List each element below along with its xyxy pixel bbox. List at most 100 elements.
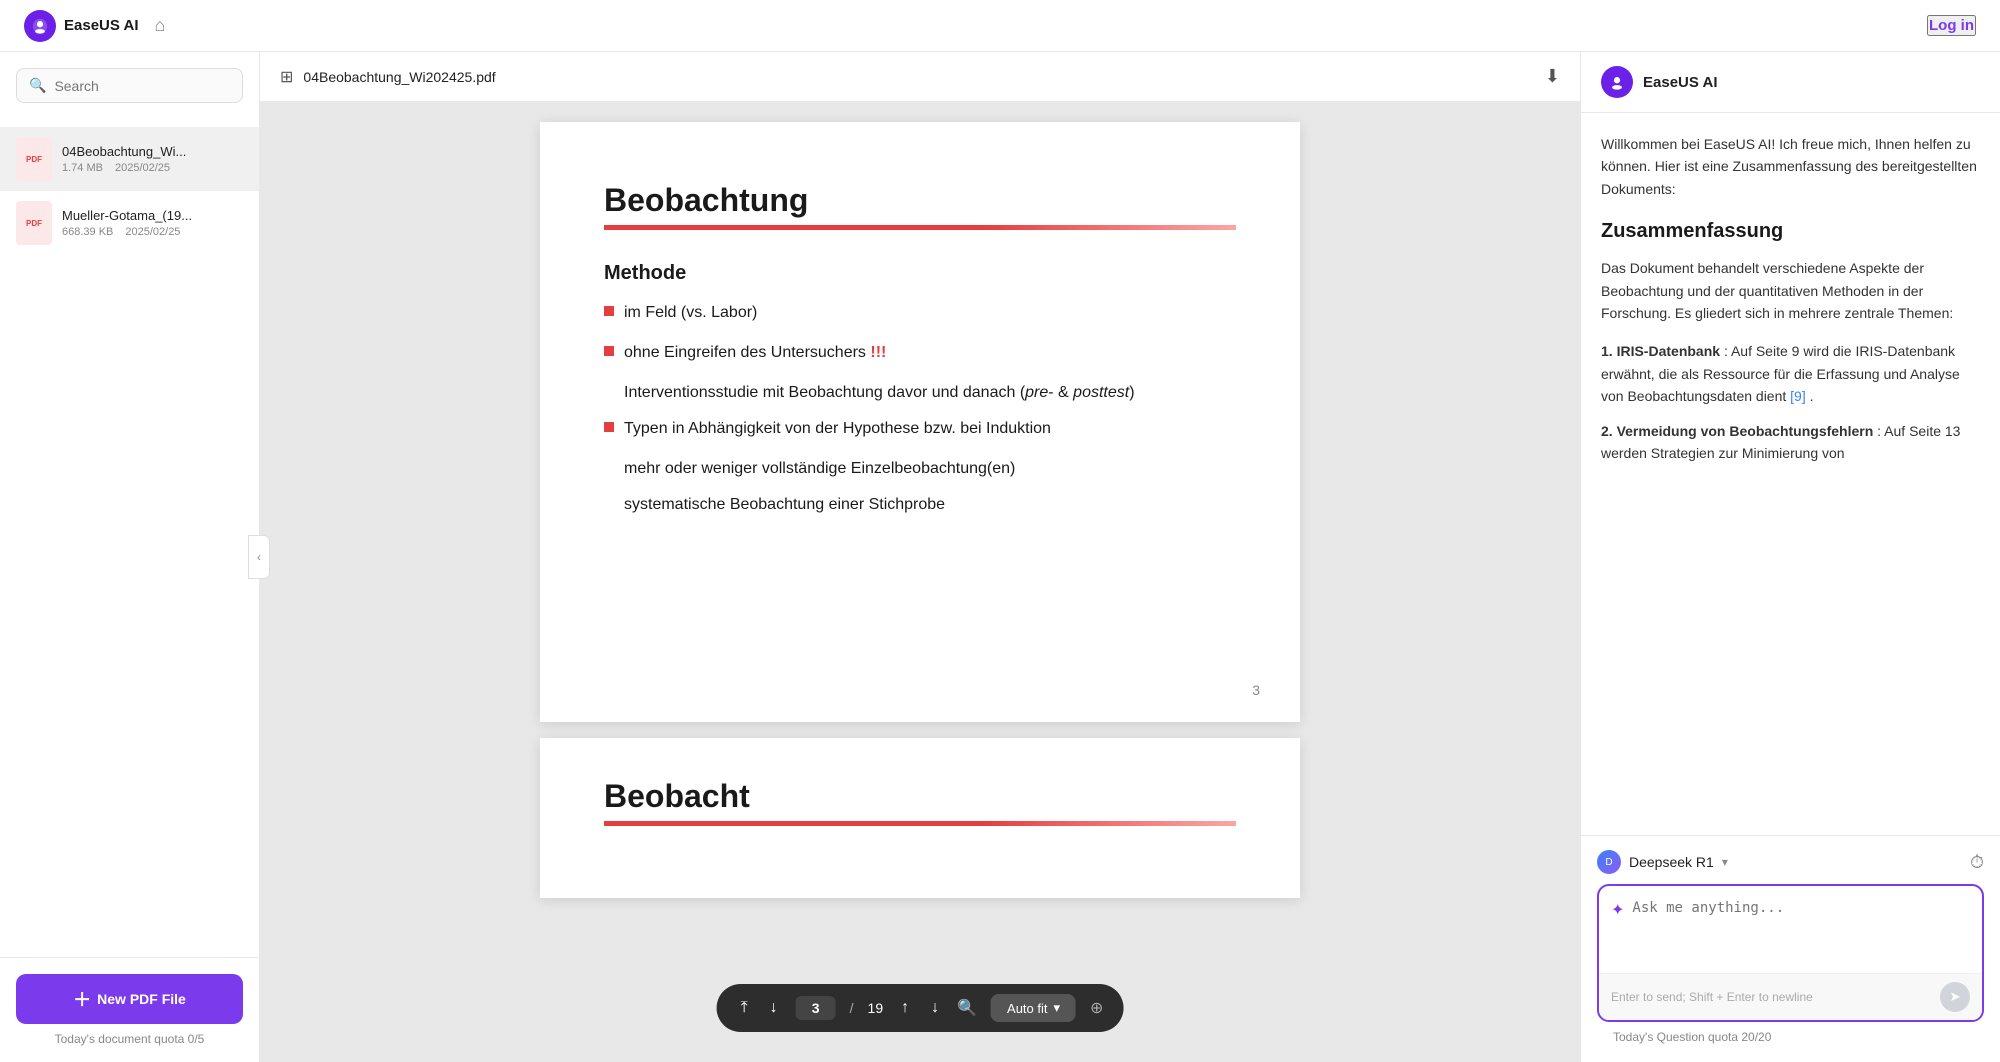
file-info: 04Beobachtung_Wi... 1.74 MB 2025/02/25 <box>62 144 243 174</box>
ai-input-bottom: Enter to send; Shift + Enter to newline … <box>1599 973 1982 1020</box>
ai-list-item: 2. Vermeidung von Beobachtungsfehlern : … <box>1601 420 1980 465</box>
chevron-down-icon: ▾ <box>1054 1000 1061 1016</box>
pdf-nav-bar: ⤒ ↓ / 19 ↑ ↓ 🔍 Auto fit ▾ ⊕ <box>717 984 1124 1032</box>
exclamation-marks: !!! <box>870 344 886 361</box>
app-logo-icon <box>24 10 56 42</box>
sidebar-top: 🔍 <box>0 52 259 119</box>
list-bold: IRIS-Datenbank <box>1617 343 1720 359</box>
ai-link[interactable]: [9] <box>1790 388 1806 404</box>
file-thumbnail: PDF <box>16 201 52 245</box>
bullet-text-1: im Feld (vs. Labor) <box>624 301 757 325</box>
file-thumbnail: PDF <box>16 137 52 181</box>
bullet-icon <box>604 346 614 356</box>
list-number: 2. <box>1601 423 1617 439</box>
auto-fit-label: Auto fit <box>1007 1001 1047 1016</box>
ai-panel: EaseUS AI Willkommen bei EaseUS AI! Ich … <box>1580 52 2000 1062</box>
list-number: 1. <box>1601 343 1617 359</box>
logo-area: EaseUS AI <box>24 10 138 42</box>
ai-panel-title: EaseUS AI <box>1643 74 1717 91</box>
ai-chat-input[interactable] <box>1632 898 1970 961</box>
login-button[interactable]: Log in <box>1927 15 1976 36</box>
pdf-grid-icon: ⊞ <box>280 67 293 87</box>
search-box[interactable]: 🔍 <box>16 68 243 103</box>
ai-summary-text: Das Dokument behandelt verschiedene Aspe… <box>1601 257 1980 324</box>
file-name: 04Beobachtung_Wi... <box>62 144 243 159</box>
file-meta: 668.39 KB 2025/02/25 <box>62 226 243 238</box>
prev-page-button[interactable]: ↓ <box>766 995 782 1021</box>
zoom-in-button[interactable]: ⊕ <box>1090 998 1103 1018</box>
ai-input-top: ✦ <box>1599 886 1982 973</box>
app-name: EaseUS AI <box>64 17 138 34</box>
file-item[interactable]: PDF 04Beobachtung_Wi... 1.74 MB 2025/02/… <box>0 127 259 191</box>
file-list: PDF 04Beobachtung_Wi... 1.74 MB 2025/02/… <box>0 119 259 957</box>
page-separator: / <box>850 1000 854 1016</box>
ai-footer: D Deepseek R1 ▾ ⏱ ✦ Enter to send; Shift… <box>1581 835 2000 1062</box>
new-pdf-label: New PDF File <box>97 991 186 1007</box>
pdf-red-line-2 <box>604 821 1236 826</box>
file-info: Mueller-Gotama_(19... 668.39 KB 2025/02/… <box>62 208 243 238</box>
sparkle-icon: ✦ <box>1611 900 1624 920</box>
list-after: . <box>1810 388 1814 404</box>
nav-left: EaseUS AI ⌂ <box>24 10 165 42</box>
pdf-page-2: Beobacht <box>540 738 1300 898</box>
bullet-text-2: ohne Eingreifen des Untersuchers !!! <box>624 341 886 365</box>
plus-icon: ＋ <box>73 986 91 1012</box>
pdf-download-icon[interactable]: ⬇ <box>1545 66 1560 87</box>
ai-content: Willkommen bei EaseUS AI! Ich freue mich… <box>1581 113 2000 835</box>
list-item: im Feld (vs. Labor) <box>604 301 1236 325</box>
ai-send-button[interactable]: ➤ <box>1940 982 1970 1012</box>
bullet-text-3: Typen in Abhängigkeit von der Hypothese … <box>624 417 1051 441</box>
ai-model-name: Deepseek R1 <box>1629 854 1714 870</box>
main-layout: 🔍 PDF 04Beobachtung_Wi... 1.74 MB 2025/0… <box>0 52 2000 1062</box>
pdf-content[interactable]: Beobachtung Methode im Feld (vs. Labor) … <box>260 102 1580 1062</box>
pdf-header: ⊞ 04Beobachtung_Wi202425.pdf ⬇ <box>260 52 1580 102</box>
pdf-filename: 04Beobachtung_Wi202425.pdf <box>303 69 495 85</box>
bullet-icon <box>604 422 614 432</box>
auto-fit-button[interactable]: Auto fit ▾ <box>991 994 1076 1022</box>
chevron-down-icon[interactable]: ▾ <box>1722 855 1728 869</box>
list-bold: Vermeidung von Beobachtungsfehlern <box>1617 423 1874 439</box>
list-item: Typen in Abhängigkeit von der Hypothese … <box>604 417 1236 441</box>
sub-text-1: Interventionsstudie mit Beobachtung davo… <box>624 381 1236 405</box>
page-number: 3 <box>1252 682 1260 698</box>
history-icon[interactable]: ⏱ <box>1970 852 1984 873</box>
pdf-page-title: Beobachtung <box>604 182 1236 219</box>
new-pdf-button[interactable]: ＋ New PDF File <box>16 974 243 1024</box>
document-quota: Today's document quota 0/5 <box>16 1032 243 1046</box>
file-size: 1.74 MB <box>62 162 103 174</box>
pdf-red-line <box>604 225 1236 230</box>
pdf-bullet-list-2: Typen in Abhängigkeit von der Hypothese … <box>604 417 1236 441</box>
italic-text: pre <box>1025 384 1048 401</box>
next-page-down-button[interactable]: ↓ <box>927 995 943 1021</box>
next-page-up-button[interactable]: ↑ <box>897 995 913 1021</box>
current-page-input[interactable] <box>796 996 836 1020</box>
ai-input-box: ✦ Enter to send; Shift + Enter to newlin… <box>1597 884 1984 1022</box>
search-icon: 🔍 <box>29 77 46 94</box>
send-icon: ➤ <box>1949 989 1960 1005</box>
total-pages: 19 <box>868 1000 884 1016</box>
zoom-out-button[interactable]: 🔍 <box>957 998 977 1018</box>
search-input[interactable] <box>54 78 230 94</box>
ai-list-item: 1. IRIS-Datenbank : Auf Seite 9 wird die… <box>1601 340 1980 407</box>
sidebar: 🔍 PDF 04Beobachtung_Wi... 1.74 MB 2025/0… <box>0 52 260 1062</box>
ai-question-quota: Today's Question quota 20/20 <box>1597 1022 1984 1048</box>
ai-model-logo: D <box>1597 850 1621 874</box>
pdf-page-1: Beobachtung Methode im Feld (vs. Labor) … <box>540 122 1300 722</box>
ai-header: EaseUS AI <box>1581 52 2000 113</box>
ai-model-row: D Deepseek R1 ▾ ⏱ <box>1597 850 1984 874</box>
sub-text-2: mehr oder weniger vollständige Einzelbeo… <box>624 457 1236 481</box>
file-item[interactable]: PDF Mueller-Gotama_(19... 668.39 KB 2025… <box>0 191 259 255</box>
file-size: 668.39 KB <box>62 226 113 238</box>
file-meta: 1.74 MB 2025/02/25 <box>62 162 243 174</box>
jump-to-first-button[interactable]: ⤒ <box>737 995 752 1021</box>
home-icon[interactable]: ⌂ <box>154 15 165 36</box>
bullet-icon <box>604 306 614 316</box>
ai-summary-title: Zusammenfassung <box>1601 220 1980 243</box>
sidebar-bottom: ＋ New PDF File Today's document quota 0/… <box>0 957 259 1062</box>
sidebar-collapse-button[interactable]: ‹ <box>248 535 270 579</box>
ai-summary-list: 1. IRIS-Datenbank : Auf Seite 9 wird die… <box>1601 340 1980 464</box>
ai-logo-icon <box>1601 66 1633 98</box>
file-name: Mueller-Gotama_(19... <box>62 208 243 223</box>
pdf-bullet-list: im Feld (vs. Labor) ohne Eingreifen des … <box>604 301 1236 365</box>
top-nav: EaseUS AI ⌂ Log in <box>0 0 2000 52</box>
